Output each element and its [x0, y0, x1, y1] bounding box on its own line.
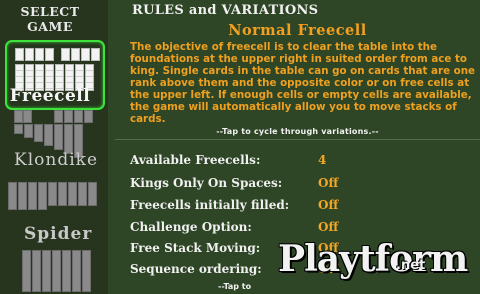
game-name-spider: Spider	[24, 224, 93, 244]
option-value[interactable]: Off	[318, 220, 338, 234]
option-label: Challenge Option:	[130, 220, 252, 234]
option-challenge[interactable]: Challenge Option: Off	[130, 220, 450, 240]
cycle-variations-hint[interactable]: --Tap to cycle through variations.--	[115, 127, 480, 136]
game-select-panel: SELECT GAME Freecell Klondike Spider	[0, 0, 108, 294]
divider	[115, 139, 480, 140]
option-value[interactable]: 4	[318, 153, 326, 167]
rules-header: RULES and VARIATIONS	[132, 3, 319, 18]
option-available-freecells[interactable]: Available Freecells: 4	[130, 153, 450, 173]
game-name-freecell: Freecell	[9, 86, 91, 106]
option-label: Sequence ordering:	[130, 262, 262, 276]
option-kings-only-on-spaces[interactable]: Kings Only On Spaces: Off	[130, 176, 450, 196]
option-value[interactable]: Off	[318, 176, 338, 190]
watermark-text: Playtform	[278, 238, 468, 280]
option-label: Kings Only On Spaces:	[130, 176, 283, 190]
option-value[interactable]: Off	[318, 198, 338, 212]
select-game-title: SELECT GAME	[20, 4, 80, 34]
option-label: Free Stack Moving:	[130, 241, 261, 255]
variation-title[interactable]: Normal Freecell	[115, 22, 480, 39]
option-label: Available Freecells:	[130, 153, 261, 167]
watermark-logo: Playtform .net	[278, 238, 478, 294]
option-freecells-initially-filled[interactable]: Freecells initially filled: Off	[130, 198, 450, 218]
bottom-tap-hint[interactable]: --Tap to	[218, 282, 251, 291]
watermark-suffix: .net	[396, 258, 426, 273]
option-label: Freecells initially filled:	[130, 198, 290, 212]
game-name-klondike: Klondike	[14, 150, 99, 170]
rules-description: The objective of freecell is to clear th…	[130, 41, 476, 125]
